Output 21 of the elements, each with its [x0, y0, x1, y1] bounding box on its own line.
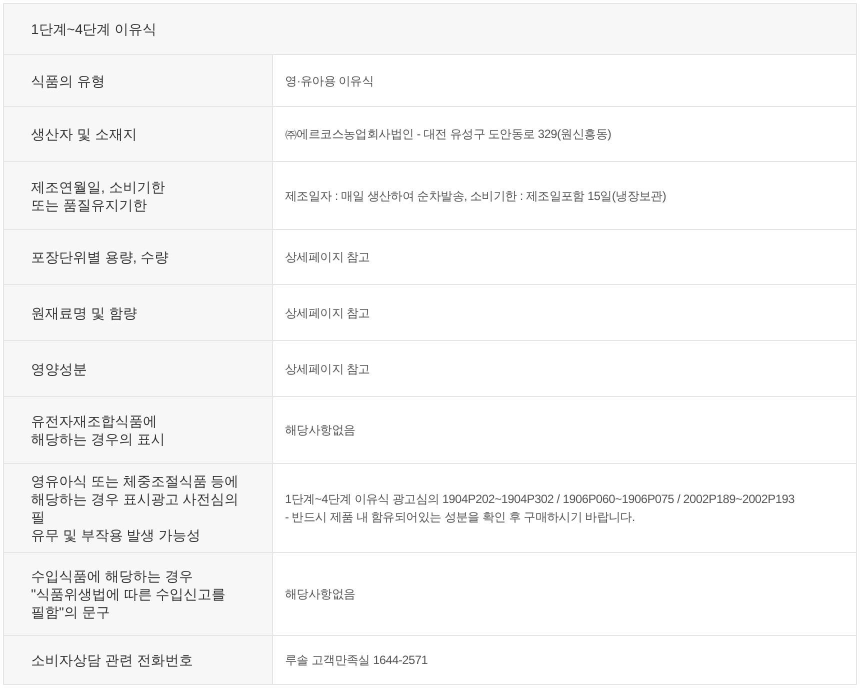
table-title: 1단계~4단계 이유식	[4, 4, 856, 54]
table-header-cell: 원재료명 및 함량	[4, 285, 273, 340]
table-cell-text: 상세페이지 참고	[284, 304, 371, 322]
table-cell-text: 상세페이지 참고	[284, 360, 371, 378]
table-header-cell: 포장단위별 용량, 수량	[4, 230, 273, 284]
table-header-cell: 생산자 및 소재지	[4, 107, 273, 161]
table-header-cell: 수입식품에 해당하는 경우 "식품위생법에 따른 수입신고를 필함"의 문구	[4, 553, 273, 635]
table-cell-text: 루솔 고객만족실 1644-2571	[284, 652, 429, 669]
table-header-cell: 소비자상담 관련 전화번호	[4, 636, 273, 684]
table-header-cell: 식품의 유형	[4, 55, 273, 106]
table-cell-text: 상세페이지 참고	[284, 249, 371, 266]
table-header-cell: 영유아식 또는 체중조절식품 등에 해당하는 경우 표시광고 사전심의필 유무 및 부작용 발생 가능성	[4, 464, 273, 552]
table-cell-text: 해당사항없음	[284, 422, 356, 439]
table-header-cell: 제조연월일, 소비기한 또는 품질유지기한	[4, 162, 273, 229]
table-cell-text: 제조일자 : 매일 생산하여 순차발송, 소비기한 : 제조일포함 15일(냉장보관)	[284, 188, 668, 204]
table-cell-text: ㈜에르코스농업회사법인 - 대전 유성구 도안동로 329(원신흥동)	[284, 126, 612, 143]
table-cell-text: 해당사항없음	[284, 586, 356, 603]
table-cell-text: 영·유아용 이유식	[284, 72, 375, 90]
table-header-cell: 유전자재조합식품에 해당하는 경우의 표시	[4, 397, 273, 463]
table-cell-text: 1단계~4단계 이유식 광고심의 1904P202~1904P302 / 1906P060~1906P075 / 2002P189~2002P193 - 반드시 제품 내 함유되어있는 성분을 확인 후 구매하시기 바랍니다.	[284, 491, 796, 526]
table-header-cell: 영양성분	[4, 341, 273, 396]
